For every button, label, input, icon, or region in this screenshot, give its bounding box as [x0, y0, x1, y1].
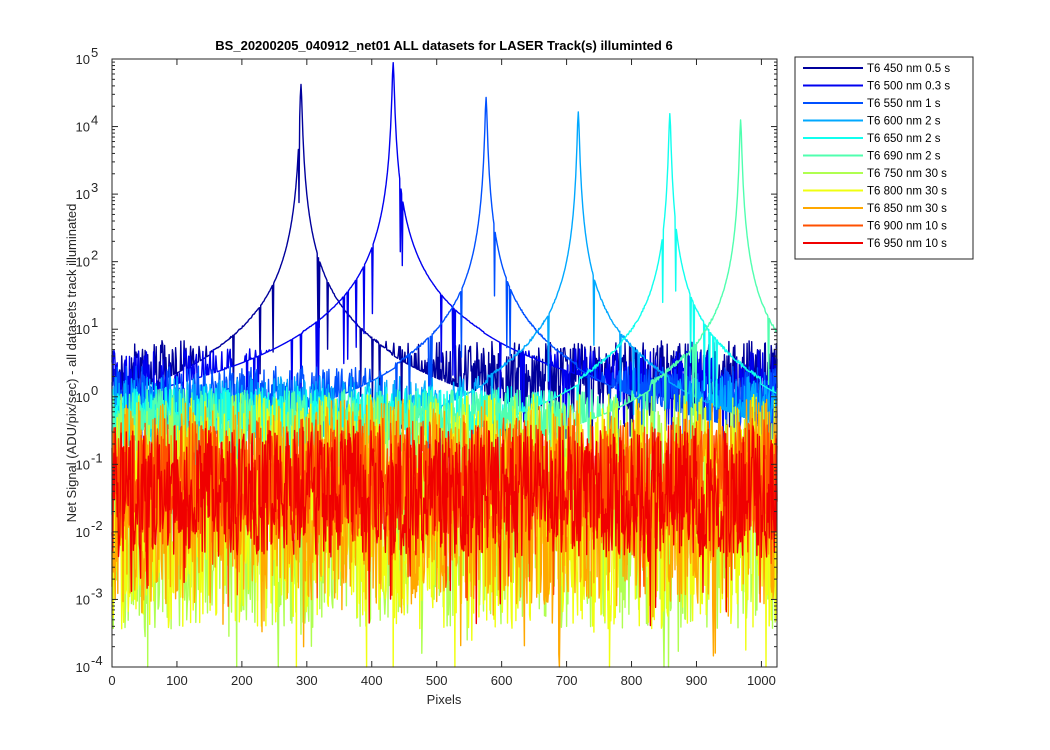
y-tick-exponent: 4 — [91, 113, 98, 128]
y-tick-exponent: 3 — [91, 180, 98, 195]
y-tick-exponent: 0 — [91, 383, 98, 398]
y-axis-label: Net Signal (ADU/pix/sec) - all datasets … — [64, 204, 79, 523]
plot-area: 0 100 200 300 400 500 600 700 800 900 100010 510 410… — [76, 45, 778, 688]
chart-title: BS_20200205_040912_net01 ALL datasets fo… — [215, 38, 672, 53]
y-tick-label: 10 — [76, 525, 90, 540]
legend-label: T6 850 nm 30 s — [867, 203, 947, 215]
x-tick-label: 0 — [108, 673, 115, 688]
legend-label: T6 550 nm 1 s — [867, 98, 941, 110]
y-tick-label: 10 — [76, 660, 90, 675]
x-tick-label: 200 — [231, 673, 253, 688]
legend-label: T6 600 nm 2 s — [867, 116, 941, 128]
x-tick-label: 400 — [361, 673, 383, 688]
y-tick-exponent: -3 — [91, 585, 103, 600]
chart-figure: BS_20200205_040912_net01 ALL datasets fo… — [0, 0, 1050, 750]
legend-label: T6 950 nm 10 s — [867, 238, 947, 250]
legend-label: T6 650 nm 2 s — [867, 133, 941, 145]
x-tick-label: 700 — [556, 673, 578, 688]
y-tick-exponent: 5 — [91, 45, 98, 60]
y-tick-label: 10 — [76, 592, 90, 607]
y-tick-exponent: -1 — [91, 450, 103, 465]
y-tick-exponent: 1 — [91, 315, 98, 330]
legend-label: T6 750 nm 30 s — [867, 168, 947, 180]
legend-label: T6 450 nm 0.5 s — [867, 63, 950, 75]
x-tick-label: 800 — [621, 673, 643, 688]
y-tick-label: 10 — [76, 187, 90, 202]
x-tick-label: 100 — [166, 673, 188, 688]
x-tick-label: 600 — [491, 673, 513, 688]
legend-label: T6 900 nm 10 s — [867, 221, 947, 233]
y-tick-exponent: -2 — [91, 518, 103, 533]
x-tick-label: 500 — [426, 673, 448, 688]
y-tick-exponent: -4 — [91, 653, 103, 668]
y-tick-label: 10 — [76, 52, 90, 67]
legend-label: T6 800 nm 30 s — [867, 186, 947, 198]
y-tick-exponent: 2 — [91, 248, 98, 263]
x-tick-label: 300 — [296, 673, 318, 688]
x-tick-label: 900 — [686, 673, 708, 688]
y-tick-label: 10 — [76, 120, 90, 135]
x-axis-label: Pixels — [427, 692, 462, 707]
legend-label: T6 500 nm 0.3 s — [867, 81, 950, 93]
legend-label: T6 690 nm 2 s — [867, 151, 941, 163]
legend: T6 450 nm 0.5 s T6 500 nm 0.3 s T6 550 nm … — [794, 56, 974, 260]
x-tick-label: 1000 — [747, 673, 776, 688]
